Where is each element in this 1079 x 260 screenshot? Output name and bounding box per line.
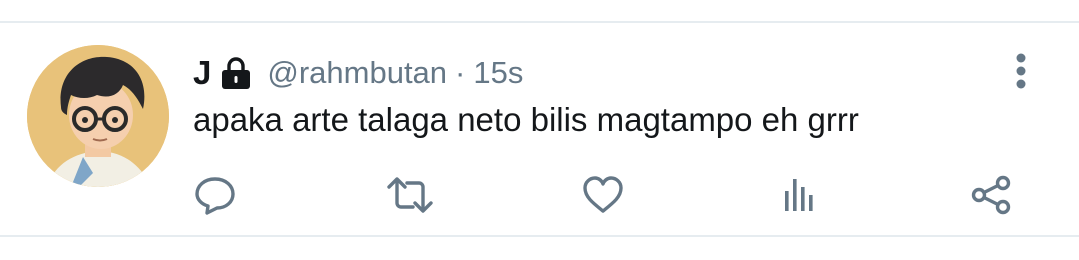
- retweet-icon: [387, 177, 433, 213]
- heart-icon: [583, 176, 623, 213]
- like-button[interactable]: [578, 175, 628, 215]
- analytics-icon: [785, 179, 813, 211]
- avatar[interactable]: [27, 45, 169, 187]
- reply-button[interactable]: [190, 175, 240, 215]
- lock-icon: [219, 57, 253, 89]
- avatar-image: [27, 45, 169, 187]
- bottom-divider: [0, 235, 1079, 237]
- more-options-button[interactable]: [1003, 51, 1039, 91]
- more-vertical-icon: [1016, 53, 1026, 89]
- tweet-text: apaka arte talaga neto bilis magtampo eh…: [193, 101, 859, 138]
- share-icon: [971, 175, 1011, 215]
- timestamp[interactable]: 15s: [473, 55, 523, 91]
- retweet-button[interactable]: [385, 175, 435, 215]
- display-name[interactable]: J: [193, 54, 211, 92]
- analytics-button[interactable]: [771, 175, 821, 215]
- share-button[interactable]: [966, 175, 1016, 215]
- reply-icon: [195, 177, 235, 215]
- separator-dot: ·: [455, 55, 466, 90]
- user-handle[interactable]: @rahmbutan: [267, 55, 447, 91]
- tweet-card[interactable]: J @rahmbutan · 15s apaka arte talaga net…: [0, 23, 1079, 235]
- tweet-header: J @rahmbutan · 15s: [193, 53, 523, 93]
